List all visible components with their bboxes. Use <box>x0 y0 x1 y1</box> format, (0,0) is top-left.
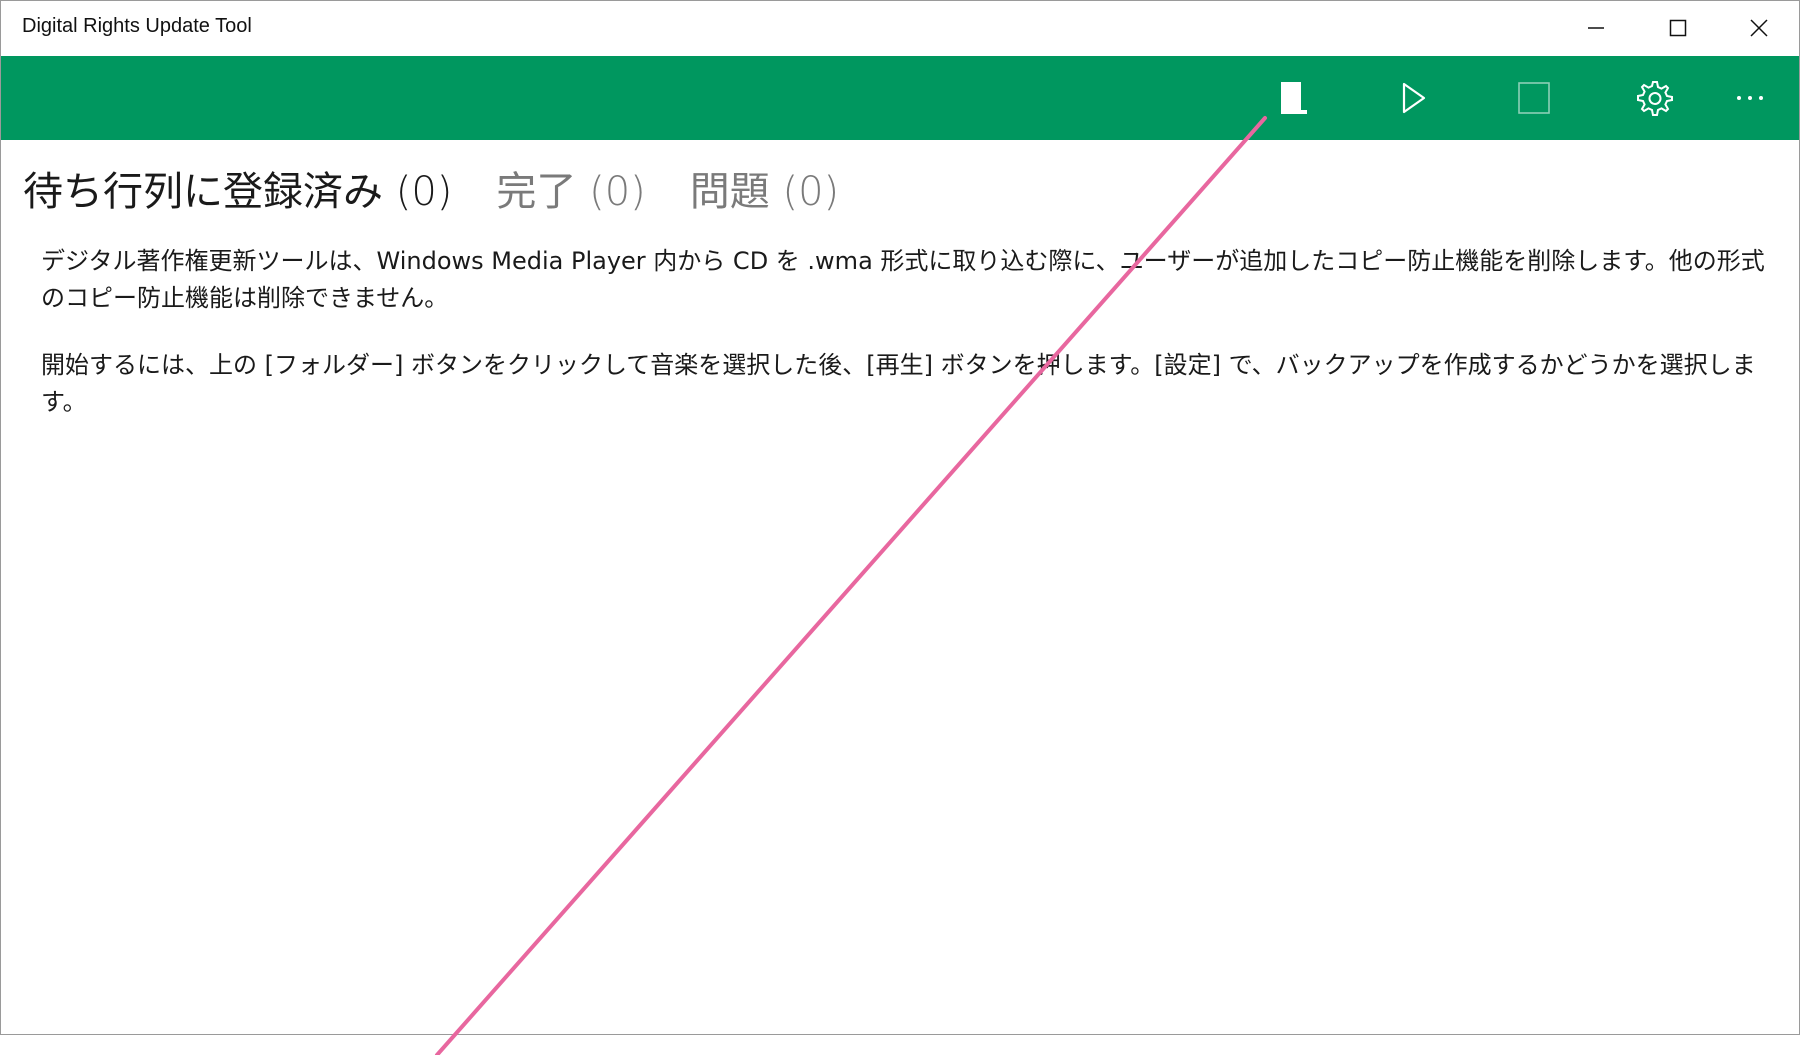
tab-completed[interactable]: 完了 (0) <box>496 159 645 217</box>
more-button[interactable] <box>1701 56 1799 140</box>
minimize-button[interactable] <box>1556 1 1636 55</box>
play-icon <box>1402 82 1426 114</box>
pivot-tabs: 待ち行列に登録済み (0) 完了 (0) 問題 (0) <box>23 159 883 215</box>
gear-icon <box>1637 81 1673 116</box>
description-paragraph: デジタル著作権更新ツールは、Windows Media Player 内から C… <box>41 247 1765 312</box>
folder-button[interactable] <box>1239 56 1349 140</box>
instructions-paragraph: 開始するには、上の [フォルダー] ボタンをクリックして音楽を選択した後、[再生… <box>41 351 1756 416</box>
settings-button[interactable] <box>1599 56 1709 140</box>
maximize-icon <box>1669 19 1687 37</box>
stop-button[interactable] <box>1479 56 1589 140</box>
title-bar[interactable]: Digital Rights Update Tool <box>1 1 1799 55</box>
more-icon <box>1737 96 1763 100</box>
close-button[interactable] <box>1719 1 1799 55</box>
minimize-icon <box>1588 27 1604 29</box>
stop-icon <box>1518 82 1550 114</box>
tab-problems[interactable]: 問題 (0) <box>690 159 839 217</box>
close-icon <box>1750 19 1768 37</box>
command-bar <box>1 56 1799 140</box>
tab-queued[interactable]: 待ち行列に登録済み (0) <box>23 159 452 217</box>
description-text: デジタル著作権更新ツールは、Windows Media Player 内から C… <box>41 243 1771 451</box>
maximize-button[interactable] <box>1638 1 1718 55</box>
window-title: Digital Rights Update Tool <box>22 15 252 37</box>
folder-icon <box>1281 82 1307 114</box>
app-window: Digital Rights Update Tool 待ち行列に登録済み (0)… <box>0 0 1800 1035</box>
play-button[interactable] <box>1359 56 1469 140</box>
